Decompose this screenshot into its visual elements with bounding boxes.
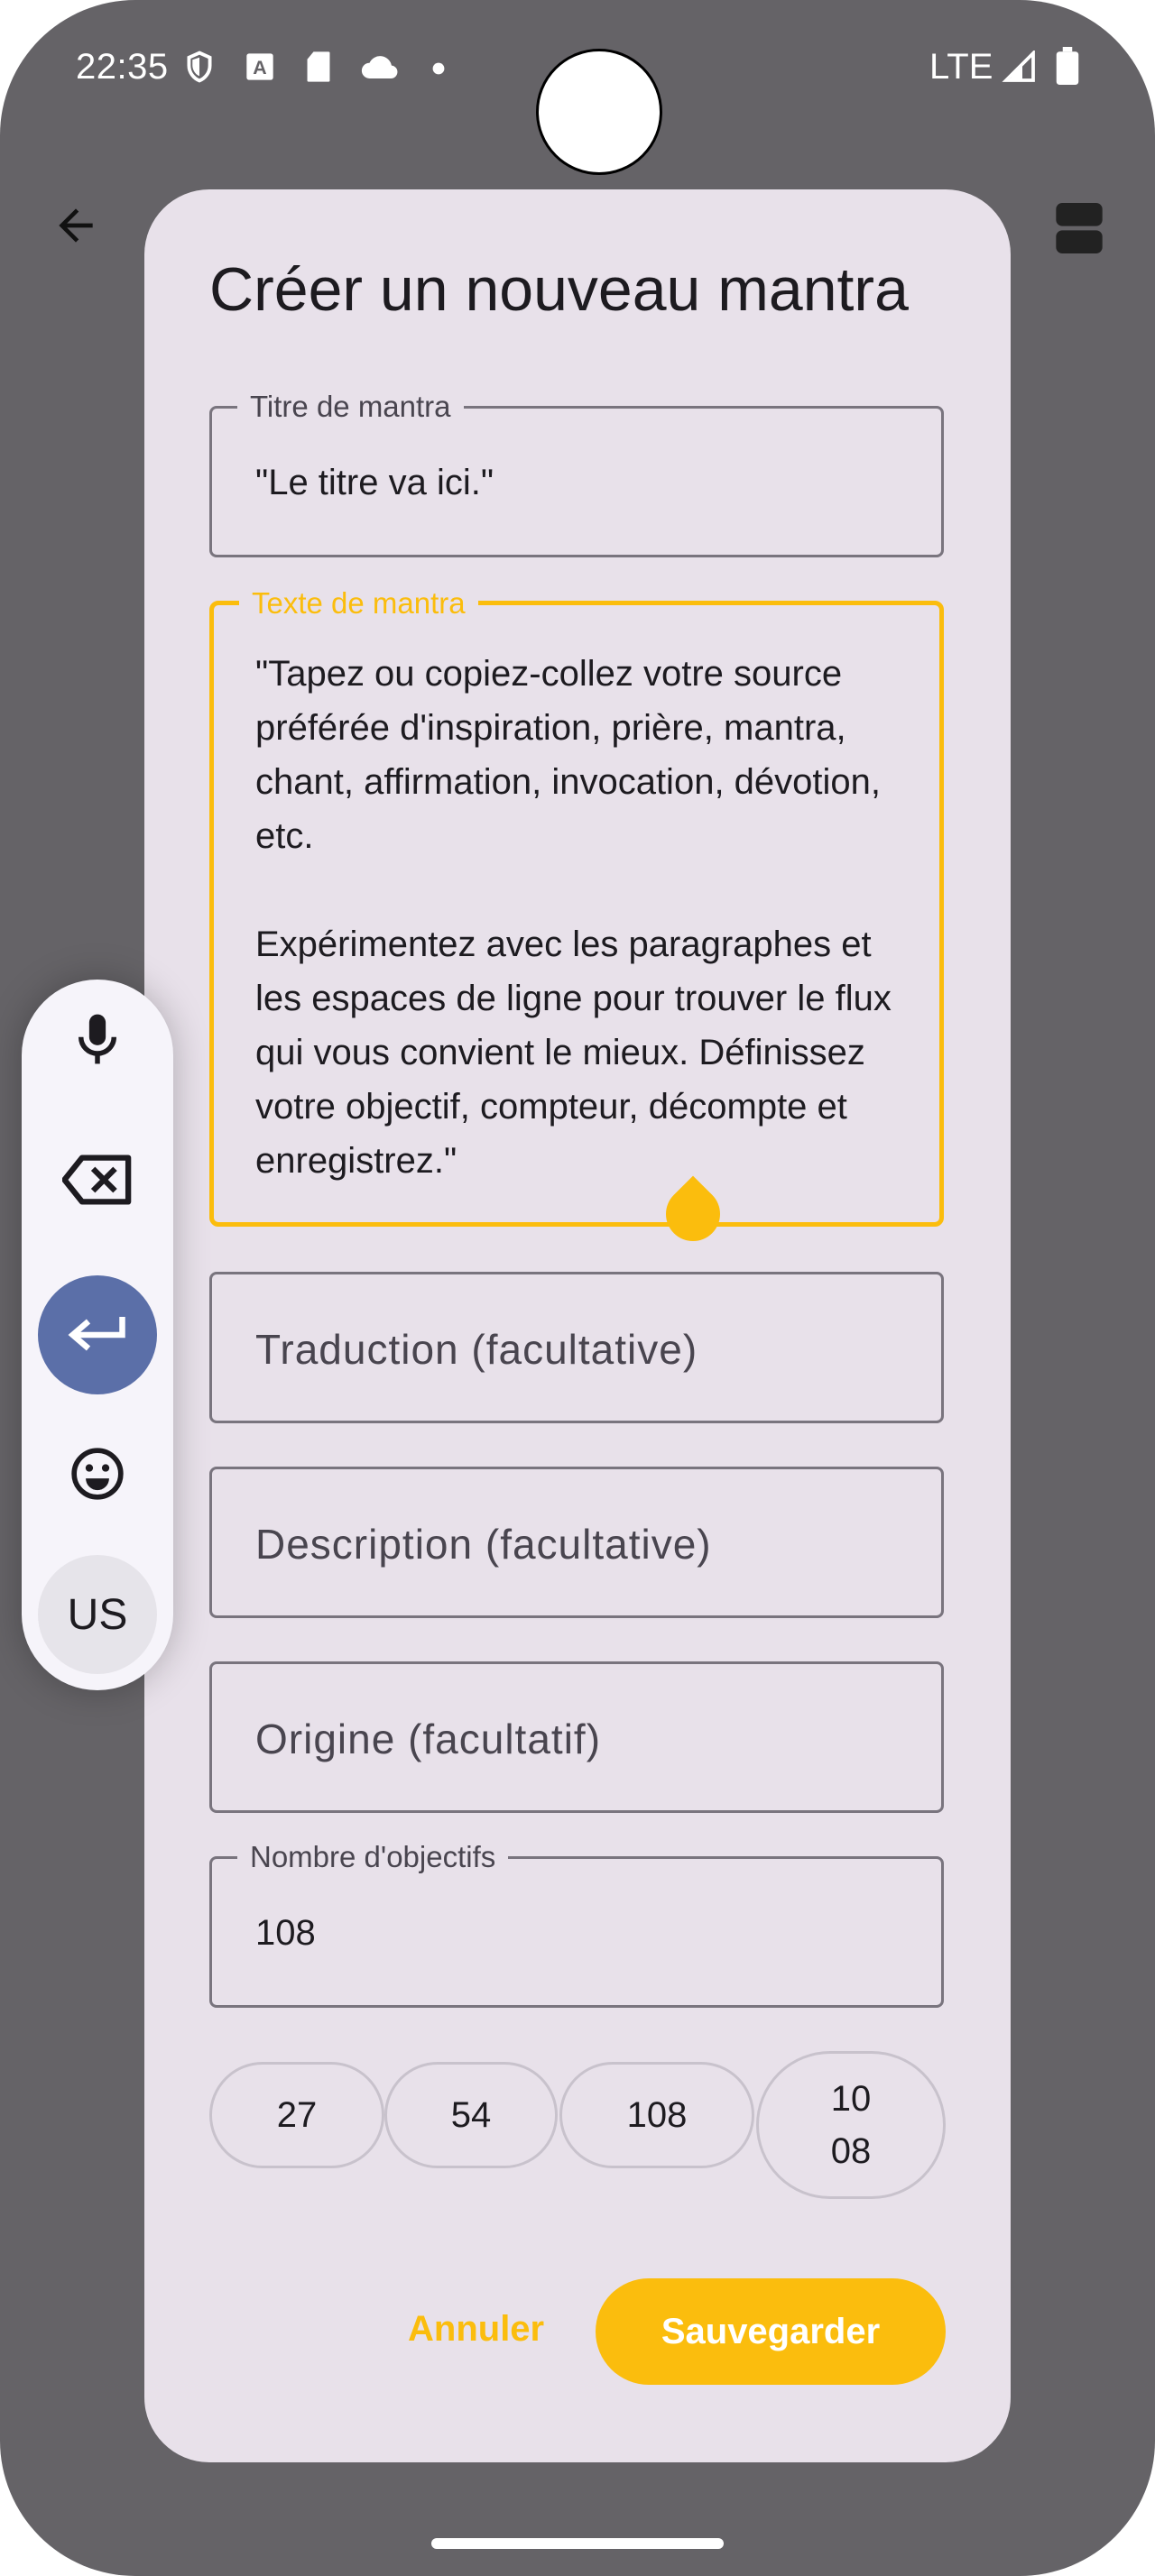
status-time: 22:35 — [76, 47, 169, 87]
sd-card-icon — [307, 51, 330, 82]
network-type: LTE — [929, 47, 993, 87]
keyboard-layout-button[interactable]: US — [38, 1555, 157, 1674]
cloud-icon — [361, 56, 398, 78]
keyboard-tool-palette: US — [22, 980, 173, 1690]
battery-icon — [1056, 47, 1079, 85]
mantra-title-value[interactable]: "Le titre va ici." — [255, 463, 494, 503]
svg-text:A: A — [253, 57, 266, 78]
translation-field[interactable]: Traduction (facultative) — [209, 1272, 944, 1423]
save-button[interactable]: Sauvegarder — [596, 2278, 946, 2385]
device-screen: 22:35 A LTE Créer un nouveau mantra Titr… — [0, 0, 1155, 2576]
goal-count-label: Nombre d'objectifs — [237, 1839, 509, 1875]
mantra-title-field[interactable]: Titre de mantra "Le titre va ici." — [209, 389, 944, 557]
goal-chip-108[interactable]: 108 — [559, 2062, 754, 2168]
cancel-button[interactable]: Annuler — [408, 2309, 544, 2350]
backspace-button[interactable] — [38, 1120, 157, 1239]
enter-icon — [68, 1317, 125, 1351]
mantra-text-label: Texte de mantra — [239, 585, 478, 621]
a-notification-icon: A — [246, 53, 273, 80]
status-bar: 22:35 A LTE — [0, 0, 1155, 175]
goal-chip-1008[interactable]: 10 08 — [756, 2051, 946, 2199]
translation-placeholder: Traduction (facultative) — [255, 1326, 698, 1373]
mantra-text-value[interactable]: "Tapez ou copiez-collez votre source pré… — [255, 647, 923, 1188]
mantra-title-label: Titre de mantra — [237, 389, 464, 425]
microphone-button[interactable] — [38, 980, 157, 1099]
signal-icon — [1002, 51, 1035, 82]
home-indicator[interactable] — [431, 2538, 724, 2549]
goal-chip-54[interactable]: 54 — [384, 2062, 558, 2168]
dot-icon — [432, 62, 445, 75]
back-arrow-icon[interactable] — [51, 200, 101, 251]
mantra-text-field[interactable]: Texte de mantra "Tapez ou copiez-collez … — [209, 585, 944, 1227]
enter-button[interactable] — [38, 1275, 157, 1394]
camera-cutout — [536, 49, 662, 175]
view-stream-icon[interactable] — [1054, 200, 1104, 256]
description-field[interactable]: Description (facultative) — [209, 1467, 944, 1618]
shield-icon — [187, 51, 212, 83]
dialog-title: Créer un nouveau mantra — [209, 255, 909, 324]
emoji-icon — [71, 1448, 124, 1500]
goal-chip-27[interactable]: 27 — [209, 2062, 384, 2168]
goal-count-value[interactable]: 108 — [255, 1913, 316, 1954]
origin-field[interactable]: Origine (facultatif) — [209, 1661, 944, 1813]
goal-count-field[interactable]: Nombre d'objectifs 108 — [209, 1839, 944, 2008]
origin-placeholder: Origine (facultatif) — [255, 1716, 602, 1762]
emoji-button[interactable] — [38, 1414, 157, 1533]
backspace-icon — [62, 1155, 132, 1205]
description-placeholder: Description (facultative) — [255, 1521, 712, 1568]
microphone-icon — [78, 1014, 117, 1064]
